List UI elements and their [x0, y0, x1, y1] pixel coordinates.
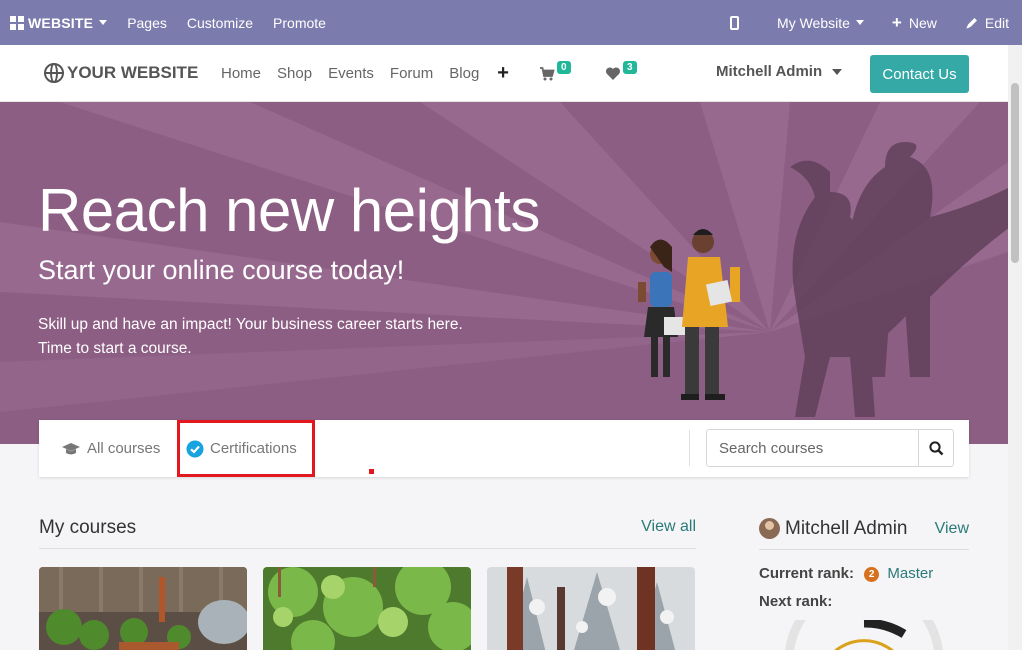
course-card[interactable]	[263, 567, 471, 650]
globe-icon	[44, 63, 64, 83]
tab-certifications-label: Certifications	[210, 440, 297, 457]
course-card[interactable]	[487, 567, 695, 650]
apps-grid-icon	[10, 15, 24, 30]
rank-progress-ring	[785, 620, 943, 650]
add-menu-item-icon[interactable]: +	[487, 62, 519, 85]
search-icon	[928, 440, 943, 455]
user-menu[interactable]: Mitchell Admin	[716, 63, 843, 80]
hero-description: Skill up and have an impact! Your busine…	[38, 313, 558, 361]
current-rank-name[interactable]: Master	[887, 565, 933, 582]
cart-link[interactable]: 0	[539, 59, 571, 82]
chevron-down-icon	[99, 20, 108, 25]
profile-name: Mitchell Admin	[785, 517, 908, 539]
website-selector[interactable]: My Website	[763, 0, 878, 45]
hero-subtitle: Start your online course today!	[38, 255, 405, 285]
menu-customize[interactable]: Customize	[177, 0, 263, 45]
site-header: YOUR WEBSITE Home Shop Events Forum Blog…	[0, 45, 1008, 102]
nav-forum[interactable]: Forum	[382, 65, 441, 82]
new-button[interactable]: + New	[878, 0, 951, 45]
hero-banner: Reach new heights Start your online cour…	[0, 102, 1008, 444]
wishlist-link[interactable]: 3	[605, 59, 637, 81]
my-courses-header: My courses View all	[39, 517, 696, 549]
courses-tabs-bar: All courses Certifications	[39, 420, 969, 477]
heart-icon	[605, 67, 621, 80]
chevron-down-icon	[855, 20, 864, 25]
page-scrollbar[interactable]	[1008, 45, 1022, 650]
apps-menu-button[interactable]: WEBSITE	[0, 0, 117, 45]
mobile-phone-icon	[730, 15, 740, 30]
tab-all-courses[interactable]: All courses	[61, 420, 160, 477]
search-button[interactable]	[918, 430, 953, 466]
menu-pages[interactable]: Pages	[117, 0, 177, 45]
garden-tools-image	[39, 567, 247, 650]
new-button-label: New	[908, 14, 937, 31]
chevron-down-icon	[832, 68, 843, 75]
hero-title: Reach new heights	[38, 177, 540, 244]
hero-description-line-1: Skill up and have an impact! Your busine…	[38, 316, 463, 333]
green-plants-image	[263, 567, 471, 650]
course-card[interactable]	[39, 567, 247, 650]
annotation-marker	[369, 469, 374, 474]
current-rank-label: Current rank:	[759, 565, 855, 582]
verified-check-icon	[186, 440, 204, 457]
menu-promote[interactable]: Promote	[263, 0, 336, 45]
tabs-divider	[689, 430, 690, 466]
edit-button[interactable]: Edit	[951, 0, 1022, 45]
next-rank-label: Next rank:	[759, 593, 833, 610]
site-logo[interactable]: YOUR WEBSITE	[40, 53, 202, 93]
nav-shop[interactable]: Shop	[269, 65, 320, 82]
profile-header: Mitchell Admin View	[759, 514, 969, 550]
scrollbar-thumb[interactable]	[1011, 83, 1019, 263]
plus-icon: +	[891, 12, 902, 32]
shopping-cart-icon	[540, 67, 555, 81]
mobile-preview-button[interactable]	[706, 0, 763, 45]
snowy-forest-image	[487, 567, 695, 650]
avatar	[759, 518, 780, 539]
user-name: Mitchell Admin	[716, 63, 823, 80]
contact-us-button[interactable]: Contact Us	[870, 55, 969, 93]
rank-badge-icon: 2	[864, 567, 880, 582]
nav-home[interactable]: Home	[213, 65, 269, 82]
view-profile-link[interactable]: View	[935, 520, 969, 538]
current-rank: Current rank: 2 Master	[759, 565, 933, 582]
profile-panel: Mitchell Admin View	[759, 514, 969, 550]
search-courses-input[interactable]	[707, 430, 918, 466]
hero-description-line-2: Time to start a course.	[38, 340, 192, 357]
cart-count-badge: 0	[557, 61, 571, 74]
website-selector-label: My Website	[777, 14, 850, 31]
wishlist-count-badge: 3	[623, 61, 637, 74]
view-all-courses-link[interactable]: View all	[641, 518, 696, 536]
site-logo-text: YOUR WEBSITE	[67, 63, 199, 82]
nav-blog[interactable]: Blog	[441, 65, 487, 82]
admin-top-bar: WEBSITE Pages Customize Promote My Websi…	[0, 0, 1022, 45]
edit-button-label: Edit	[984, 14, 1009, 31]
apps-menu-label: WEBSITE	[28, 14, 94, 31]
my-courses-title: My courses	[39, 517, 137, 538]
pencil-icon	[966, 17, 977, 28]
tab-certifications[interactable]: Certifications	[177, 420, 315, 477]
graduation-cap-icon	[62, 442, 80, 454]
course-search	[706, 429, 954, 467]
tab-all-courses-label: All courses	[87, 440, 161, 457]
nav-events[interactable]: Events	[320, 65, 382, 82]
main-nav: Home Shop Events Forum Blog +	[213, 45, 519, 102]
